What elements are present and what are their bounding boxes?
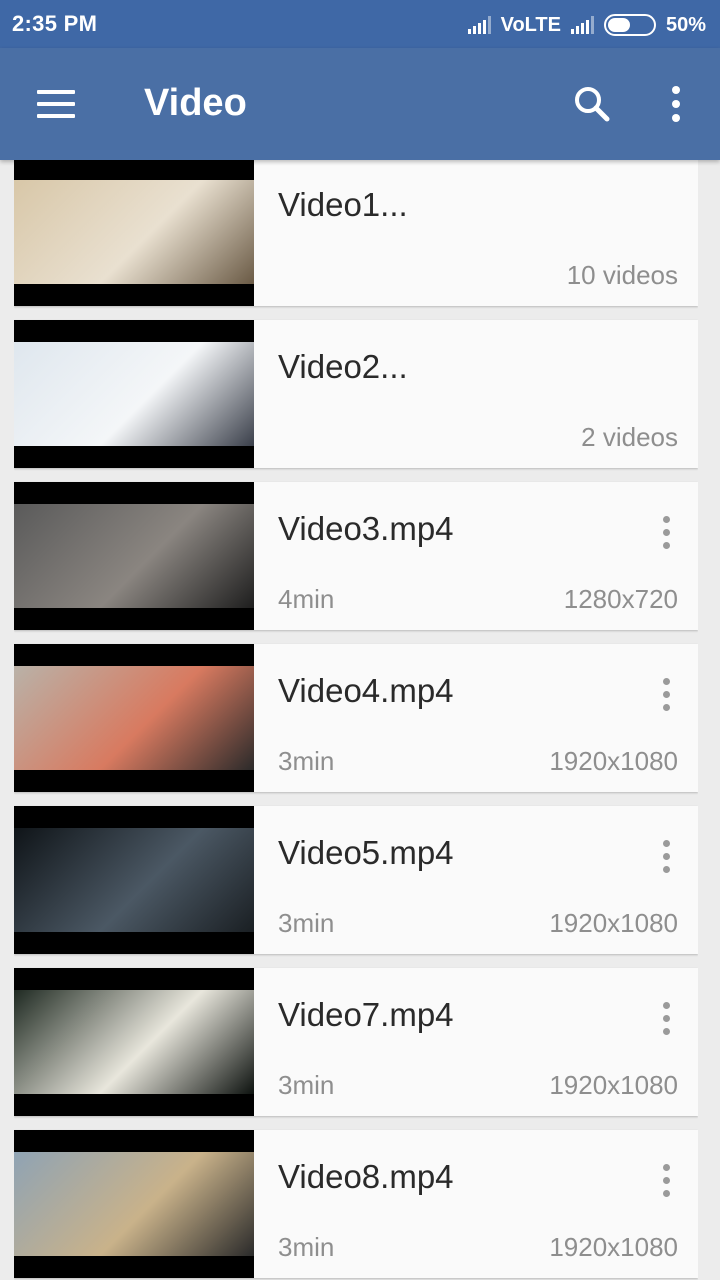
video-list-item[interactable]: Video8.mp4 3min 1920x1080: [14, 1130, 698, 1278]
video-duration: 3min: [278, 1232, 335, 1262]
item-more-vert-icon[interactable]: [652, 510, 680, 554]
battery-percent: 50%: [665, 13, 706, 36]
video-list-item[interactable]: Video4.mp4 3min 1920x1080: [14, 644, 698, 792]
video-resolution: 1920x1080: [549, 746, 678, 776]
video-duration: 3min: [278, 1070, 335, 1100]
video-title: Video8.mp4: [278, 1158, 454, 1195]
signal-strength-icon: [467, 16, 491, 34]
video-thumbnail: [14, 644, 254, 792]
folder-list-item[interactable]: Video1... 10 videos: [14, 160, 698, 306]
video-title: Video7.mp4: [278, 996, 454, 1033]
video-thumbnail: [14, 1130, 254, 1278]
video-duration: 3min: [278, 908, 335, 938]
video-title: Video5.mp4: [278, 834, 454, 871]
signal-strength-icon-2: [570, 16, 594, 34]
video-thumbnail: [14, 160, 254, 306]
search-icon[interactable]: [566, 78, 618, 130]
video-duration: 3min: [278, 746, 335, 776]
video-title: Video3.mp4: [278, 510, 454, 547]
more-vert-icon[interactable]: [652, 78, 700, 130]
video-title: Video4.mp4: [278, 672, 454, 709]
folder-list-item[interactable]: Video2... 2 videos: [14, 320, 698, 468]
video-resolution: 1280x720: [563, 584, 678, 614]
video-count: 2 videos: [581, 422, 678, 452]
hamburger-menu-icon[interactable]: [28, 78, 84, 130]
item-more-vert-icon[interactable]: [652, 672, 680, 716]
status-time: 2:35 PM: [12, 11, 98, 36]
video-title: Video2...: [278, 348, 408, 385]
video-list-item[interactable]: Video3.mp4 4min 1280x720: [14, 482, 698, 630]
video-list: Video1... 10 videos Video2... 2 videos Video…: [14, 160, 698, 1280]
network-type-label: VoLTE: [500, 13, 561, 36]
status-bar: 2:35 PM VoLTE 50%: [0, 0, 720, 48]
page-title: Video: [144, 82, 247, 124]
video-thumbnail: [14, 968, 254, 1116]
video-thumbnail: [14, 320, 254, 468]
item-more-vert-icon[interactable]: [652, 834, 680, 878]
video-duration: 4min: [278, 584, 335, 614]
video-resolution: 1920x1080: [549, 1070, 678, 1100]
video-count: 10 videos: [566, 260, 678, 290]
video-thumbnail: [14, 806, 254, 954]
video-thumbnail: [14, 482, 254, 630]
item-more-vert-icon[interactable]: [652, 996, 680, 1040]
video-title: Video1...: [278, 186, 408, 223]
app-bar: Video: [0, 48, 720, 160]
video-resolution: 1920x1080: [549, 908, 678, 938]
video-list-item[interactable]: Video7.mp4 3min 1920x1080: [14, 968, 698, 1116]
video-list-item[interactable]: Video5.mp4 3min 1920x1080: [14, 806, 698, 954]
battery-icon: [603, 14, 656, 36]
status-icons: VoLTE 50%: [467, 11, 706, 39]
item-more-vert-icon[interactable]: [652, 1158, 680, 1202]
video-resolution: 1920x1080: [549, 1232, 678, 1262]
